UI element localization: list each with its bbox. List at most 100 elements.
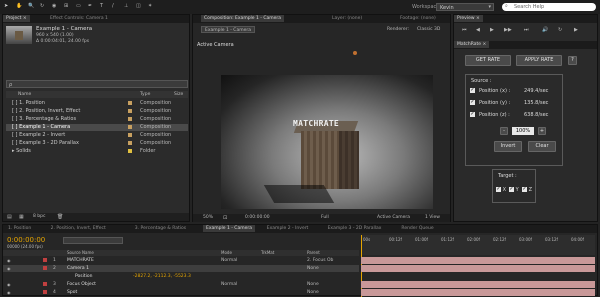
label-color-swatch[interactable] bbox=[128, 149, 132, 153]
project-list-item[interactable]: [ ] Example 1 - Camera Composition bbox=[6, 124, 188, 131]
first-frame-icon[interactable]: ⏮ bbox=[462, 27, 467, 33]
views-select[interactable]: 1 View bbox=[425, 215, 440, 220]
layer-mode[interactable]: Normal bbox=[221, 257, 237, 264]
last-frame-icon[interactable]: ⏭ bbox=[524, 27, 529, 33]
tab-composition[interactable]: Composition: Example 1 - Camera bbox=[201, 15, 285, 22]
timeline-tab[interactable]: Example 1 - Camera bbox=[203, 225, 255, 232]
zoom-tool-icon[interactable]: 🔍 bbox=[28, 3, 34, 9]
interpret-footage-icon[interactable]: ▤ bbox=[7, 214, 12, 220]
plus-button[interactable]: + bbox=[538, 127, 546, 135]
apply-rate-button[interactable]: APPLY RATE bbox=[516, 55, 562, 66]
search-help-field[interactable]: ⌕ Search Help bbox=[502, 3, 596, 11]
get-rate-button[interactable]: GET RATE bbox=[465, 55, 511, 66]
layer-label-swatch[interactable] bbox=[43, 266, 47, 270]
layer-row[interactable]: ◉ 1 MATCHRATE Normal 2. Focus Ob bbox=[3, 257, 359, 264]
layer-parent[interactable]: None bbox=[307, 289, 319, 296]
timeline-timecode[interactable]: 0:00:00:00 bbox=[7, 236, 45, 244]
timeline-tab[interactable]: 2. Position, Invert, Effect bbox=[48, 225, 109, 232]
resolution-select[interactable]: Full bbox=[321, 215, 329, 220]
layer-parent[interactable]: None bbox=[307, 265, 319, 272]
hand-tool-icon[interactable]: ✋ bbox=[16, 3, 22, 9]
label-color-swatch[interactable] bbox=[128, 133, 132, 137]
comp-viewer[interactable]: MATCHRATE bbox=[221, 75, 433, 209]
time-ruler[interactable]: 00s 00:12f 01:00f 01:12f 02:00f 02:12f 03:00f 0… bbox=[361, 235, 595, 255]
new-folder-icon[interactable]: ▦ bbox=[19, 214, 24, 220]
visibility-eye-icon[interactable]: ◉ bbox=[7, 265, 11, 272]
project-list-item[interactable]: [ ] Example 2 - Invert Composition bbox=[6, 132, 188, 139]
loop-icon[interactable]: ↻ bbox=[558, 27, 562, 33]
tab-preview[interactable]: Preview × bbox=[454, 15, 483, 22]
layer-mode[interactable]: Normal bbox=[221, 281, 237, 288]
layer-label-swatch[interactable] bbox=[43, 258, 47, 262]
layer-row[interactable]: ◉ 2 Camera 1 None bbox=[3, 265, 359, 272]
tab-layer[interactable]: Layer: (none) bbox=[329, 15, 365, 22]
timeline-tab[interactable]: 3. Percentage & Ratios bbox=[132, 225, 189, 232]
puppet-tool-icon[interactable]: ✶ bbox=[148, 3, 152, 9]
project-list-item[interactable]: [ ] 3. Percentage & Ratios Composition bbox=[6, 116, 188, 123]
visibility-eye-icon[interactable]: ◉ bbox=[7, 289, 11, 296]
target-x-checkbox[interactable]: ✓ X bbox=[496, 187, 506, 193]
pen-tool-icon[interactable]: ✒ bbox=[88, 3, 92, 9]
tab-effect-controls[interactable]: Effect Controls: Camera 1 bbox=[47, 15, 111, 22]
visibility-eye-icon[interactable]: ◉ bbox=[7, 257, 11, 264]
layer-duration-bar[interactable] bbox=[361, 257, 595, 264]
eraser-tool-icon[interactable]: ◫ bbox=[136, 3, 141, 9]
source-checkbox[interactable]: ✓ bbox=[470, 100, 475, 105]
target-y-checkbox[interactable]: ✓ Y bbox=[509, 187, 519, 193]
label-color-swatch[interactable] bbox=[128, 109, 132, 113]
label-color-swatch[interactable] bbox=[128, 101, 132, 105]
workspace-select[interactable]: Kevin ▾ bbox=[436, 3, 494, 11]
camera-tool-icon[interactable]: ◉ bbox=[52, 3, 56, 9]
source-checkbox[interactable]: ✓ bbox=[470, 88, 475, 93]
project-list-item[interactable]: [ ] Example 3 - 2D Parallax Composition bbox=[6, 140, 188, 147]
timeline-search-field[interactable] bbox=[63, 237, 123, 244]
minus-button[interactable]: - bbox=[500, 127, 508, 135]
layer-duration-bar[interactable] bbox=[361, 265, 595, 272]
selection-tool-icon[interactable]: ➤ bbox=[4, 3, 8, 9]
project-list-item[interactable]: ▸ Solids Folder bbox=[6, 148, 188, 155]
layer-duration-bar[interactable] bbox=[361, 289, 595, 296]
project-search-field[interactable]: ρ bbox=[6, 80, 188, 88]
pan-behind-tool-icon[interactable]: ⊞ bbox=[64, 3, 68, 9]
audio-icon[interactable]: 🔊 bbox=[542, 27, 548, 33]
layer-duration-bar[interactable] bbox=[361, 273, 595, 280]
invert-button[interactable]: Invert bbox=[494, 141, 522, 152]
timeline-tab[interactable]: 1. Position bbox=[5, 225, 34, 232]
percent-field[interactable]: 100% bbox=[512, 127, 534, 135]
zoom-select[interactable]: 50% bbox=[203, 215, 213, 220]
snapshot-icon[interactable]: ⊡ bbox=[223, 215, 227, 221]
text-tool-icon[interactable]: T bbox=[100, 3, 103, 9]
layer-label-swatch[interactable] bbox=[43, 282, 47, 286]
layer-row[interactable]: Position -2827.2, -2112.3, -5523.3 bbox=[3, 273, 359, 280]
timeline-tab[interactable]: Example 3 - 2D Parallax bbox=[325, 225, 385, 232]
play-icon[interactable]: ▶ bbox=[490, 27, 494, 33]
bpc-label[interactable]: 8 bpc bbox=[33, 214, 45, 219]
renderer-value[interactable]: Classic 3D bbox=[417, 27, 440, 32]
ram-preview-icon[interactable]: ▶ bbox=[574, 27, 578, 33]
timeline-tab[interactable]: Example 2 - Invert bbox=[264, 225, 312, 232]
clear-button[interactable]: Clear bbox=[528, 141, 556, 152]
target-z-checkbox[interactable]: ✓ Z bbox=[522, 187, 532, 193]
timeline-tab[interactable]: Render Queue bbox=[398, 225, 436, 232]
prev-frame-icon[interactable]: ◀ bbox=[476, 27, 480, 33]
tab-matchrate[interactable]: MatchRate × bbox=[454, 41, 490, 48]
rotate-tool-icon[interactable]: ↻ bbox=[40, 3, 44, 9]
tab-footage[interactable]: Footage: (none) bbox=[397, 15, 439, 22]
source-checkbox[interactable]: ✓ bbox=[470, 112, 475, 117]
mask-tool-icon[interactable]: ▭ bbox=[76, 3, 81, 9]
project-list-item[interactable]: [ ] 1. Position Composition bbox=[6, 100, 188, 107]
trash-icon[interactable]: 🗑 bbox=[57, 214, 63, 220]
layer-duration-bar[interactable] bbox=[361, 281, 595, 288]
next-frame-icon[interactable]: ▶▶ bbox=[504, 27, 512, 33]
comp-chip[interactable]: Example 1 - Camera bbox=[201, 26, 255, 33]
layer-label-swatch[interactable] bbox=[43, 290, 47, 294]
timecode-display[interactable]: 0:00:00:00 bbox=[245, 215, 270, 220]
help-button[interactable]: ? bbox=[568, 56, 577, 65]
layer-row[interactable]: ◉ 3 Focus Object Normal None bbox=[3, 281, 359, 288]
layer-parent[interactable]: None bbox=[307, 281, 319, 288]
camera-select[interactable]: Active Camera bbox=[377, 215, 410, 220]
label-color-swatch[interactable] bbox=[128, 141, 132, 145]
layer-row[interactable]: ◉ 4 Spot None bbox=[3, 289, 359, 296]
brush-tool-icon[interactable]: / bbox=[112, 3, 114, 9]
project-list-item[interactable]: [ ] 2. Position, Invert, Effect Compositi… bbox=[6, 108, 188, 115]
